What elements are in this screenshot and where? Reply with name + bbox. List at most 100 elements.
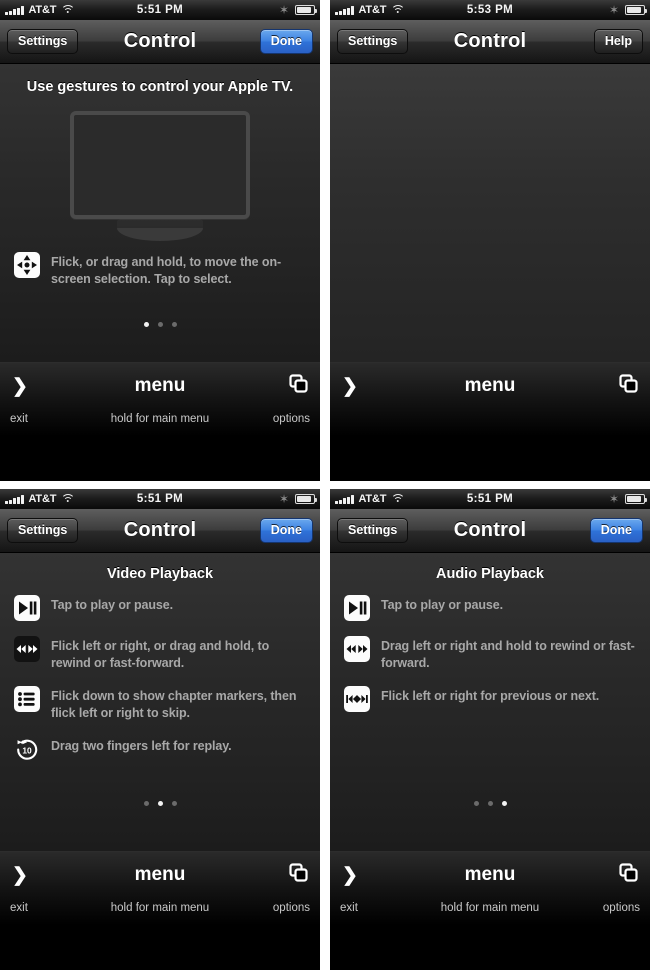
page-dots[interactable] <box>0 801 320 806</box>
tip-row: Flick, or drag and hold, to move the on-… <box>14 252 306 287</box>
page-dot[interactable] <box>473 801 479 806</box>
chapter-list-icon <box>14 686 40 712</box>
content-area: Video Playback Tap to play or pause. Flick… <box>0 553 320 851</box>
tips-list: Flick, or drag and hold, to move the on-… <box>0 252 320 287</box>
settings-button[interactable]: Settings <box>337 28 409 55</box>
status-bar: AT&T 5:53 PM ✶ <box>330 0 650 20</box>
page-dot[interactable] <box>143 801 149 806</box>
signal-bars-icon <box>335 494 354 504</box>
battery-icon <box>625 494 647 504</box>
bluetooth-icon: ✶ <box>608 492 619 506</box>
nav-bar: Settings Control Done <box>0 20 320 64</box>
page-dots[interactable] <box>330 801 650 806</box>
page-dot[interactable] <box>487 801 493 806</box>
status-bar: AT&T 5:51 PM ✶ <box>0 489 320 509</box>
page-dot[interactable] <box>143 322 149 327</box>
page-dot[interactable] <box>157 322 163 327</box>
bottom-controls-row: ❯ menu <box>330 852 650 898</box>
rewind-fast-forward-icon <box>344 636 370 662</box>
tip-text: Flick left or right for previous or next… <box>381 689 600 703</box>
done-button[interactable]: Done <box>259 517 313 544</box>
nav-bar: Settings Control Done <box>0 509 320 553</box>
nav-bar: Settings Control Done <box>330 509 650 553</box>
menu-button[interactable]: menu <box>330 864 650 886</box>
bottom-controls-row: ❯ menu <box>0 363 320 409</box>
tip-text: Tap to play or pause. <box>51 598 173 612</box>
section-title: Video Playback <box>106 566 214 582</box>
battery-icon <box>625 5 647 15</box>
rewind-fast-forward-icon <box>14 636 40 662</box>
status-left: AT&T <box>5 4 75 16</box>
screenshot-grid: AT&T 5:51 PM ✶ Settings Control Done Use gestu… <box>0 0 650 970</box>
bottom-sublabels: exit hold for main menu options <box>330 898 650 918</box>
play-pause-icon <box>344 595 370 621</box>
carrier-label: AT&T <box>358 493 387 505</box>
status-bar: AT&T 5:51 PM ✶ <box>0 0 320 20</box>
status-right: ✶ <box>279 4 317 16</box>
wifi-icon <box>390 494 405 504</box>
chevron-right-icon[interactable]: ❯ <box>12 866 28 885</box>
chevron-right-icon[interactable]: ❯ <box>342 866 358 885</box>
menu-button[interactable]: menu <box>0 375 320 397</box>
page-dot[interactable] <box>501 801 507 806</box>
status-left: AT&T <box>5 493 75 505</box>
tip-row: 10 Drag two fingers left for replay. <box>14 736 306 762</box>
tip-row: Tap to play or pause. <box>14 595 306 621</box>
panel-gestures: AT&T 5:51 PM ✶ Settings Control Done Use gestu… <box>0 0 320 481</box>
signal-bars-icon <box>5 5 24 15</box>
bluetooth-icon: ✶ <box>608 3 619 17</box>
section-title: Audio Playback <box>436 566 544 582</box>
help-button[interactable]: Help <box>593 28 643 55</box>
dpad-icon <box>14 252 40 278</box>
tip-text: Tap to play or pause. <box>381 598 503 612</box>
bottom-sublabels: exit hold for main menu options <box>0 409 320 429</box>
page-dot[interactable] <box>171 322 177 327</box>
tips-list: Tap to play or pause. Flick left or right… <box>0 595 320 762</box>
hold-for-main-menu-label: hold for main menu <box>110 902 210 914</box>
page-dot[interactable] <box>157 801 163 806</box>
wifi-icon <box>60 494 75 504</box>
done-button[interactable]: Done <box>259 28 313 55</box>
bottom-toolbar: ❯ menu exit hold for main menu options <box>0 362 320 481</box>
page-dots[interactable] <box>0 322 320 327</box>
status-bar: AT&T 5:51 PM ✶ <box>330 489 650 509</box>
battery-icon <box>295 5 317 15</box>
status-right: ✶ <box>278 492 317 506</box>
panel-video-playback: AT&T 5:51 PM ✶ Settings Control Done Video Pla… <box>0 489 320 970</box>
carrier-label: AT&T <box>28 4 57 16</box>
bottom-controls-row: ❯ menu <box>0 852 320 898</box>
overlapping-squares-icon[interactable] <box>619 863 638 887</box>
menu-button[interactable]: menu <box>0 864 320 886</box>
page-dot[interactable] <box>171 801 177 806</box>
headline: Use gestures to control your Apple TV. <box>26 79 294 95</box>
tip-row: Flick left or right, or drag and hold, t… <box>14 636 306 671</box>
chevron-right-icon[interactable]: ❯ <box>342 377 358 396</box>
menu-button[interactable]: menu <box>330 375 650 397</box>
tip-text: Flick down to show chapter markers, then… <box>51 689 297 720</box>
settings-button[interactable]: Settings <box>7 517 79 544</box>
tip-row: Drag left or right and hold to rewind or… <box>344 636 636 671</box>
nav-bar: Settings Control Help <box>330 20 650 64</box>
status-left: AT&T <box>335 493 405 505</box>
hold-for-main-menu-label: hold for main menu <box>440 902 540 914</box>
tip-text: Drag two fingers left for replay. <box>51 739 232 753</box>
overlapping-squares-icon[interactable] <box>619 374 638 398</box>
status-right: ✶ <box>608 492 647 506</box>
previous-next-icon <box>344 686 370 712</box>
panel-audio-playback: AT&T 5:51 PM ✶ Settings Control Done Audio Pla… <box>330 489 650 970</box>
done-button[interactable]: Done <box>589 517 643 544</box>
settings-button[interactable]: Settings <box>7 28 79 55</box>
bottom-toolbar: ❯ menu exit hold for main menu options <box>0 851 320 970</box>
wifi-icon <box>390 5 405 15</box>
settings-button[interactable]: Settings <box>337 517 409 544</box>
overlapping-squares-icon[interactable] <box>289 863 308 887</box>
bluetooth-icon: ✶ <box>278 492 289 506</box>
chevron-right-icon[interactable]: ❯ <box>12 377 28 396</box>
bottom-sublabels: exit hold for main menu options <box>0 898 320 918</box>
replay-10-icon: 10 <box>14 736 40 762</box>
content-area: Audio Playback Tap to play or pause. Drag … <box>330 553 650 851</box>
bottom-controls-row: ❯ menu <box>330 363 650 409</box>
content-area: Use gestures to control your Apple TV. Fl… <box>0 64 320 362</box>
overlapping-squares-icon[interactable] <box>289 374 308 398</box>
tip-text: Flick, or drag and hold, to move the on-… <box>51 255 282 286</box>
